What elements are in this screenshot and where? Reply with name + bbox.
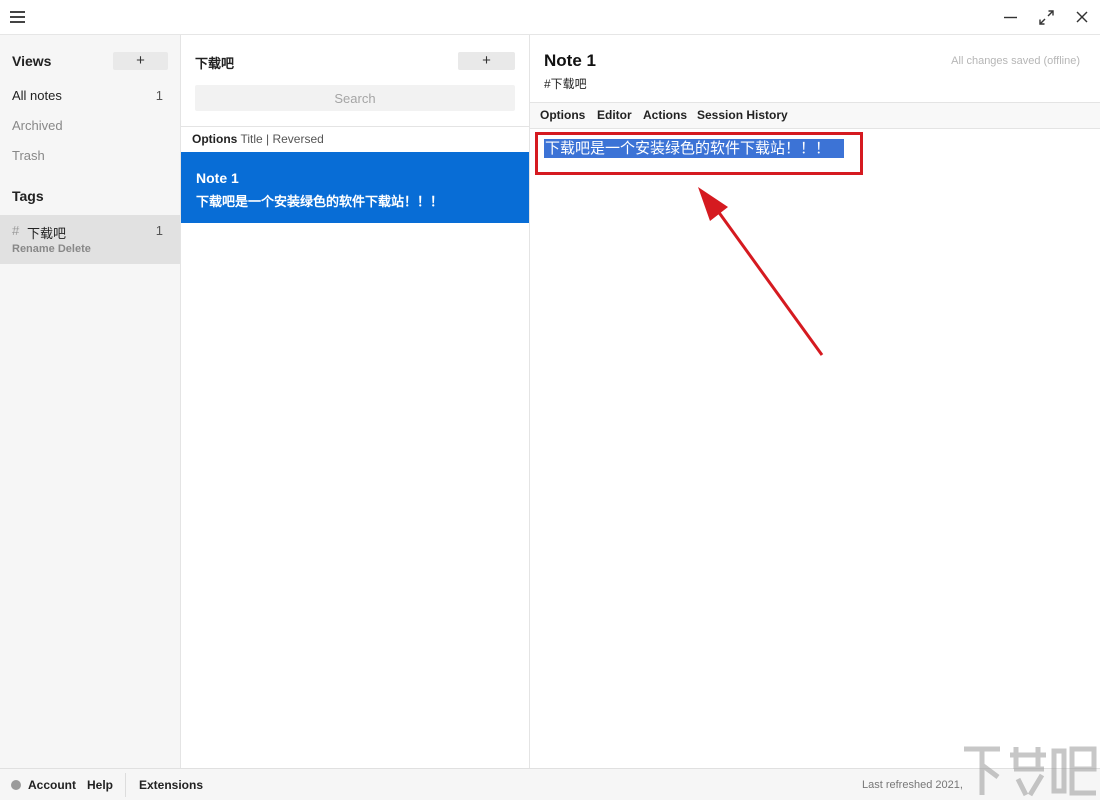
menu-actions[interactable]: Actions bbox=[643, 108, 687, 122]
hash-icon: # bbox=[12, 223, 20, 238]
notes-sort-detail: Title | Reversed bbox=[240, 132, 324, 146]
search-input[interactable] bbox=[195, 85, 515, 111]
view-item-archived[interactable]: Archived bbox=[0, 115, 180, 137]
close-icon[interactable] bbox=[1070, 6, 1094, 28]
menu-editor[interactable]: Editor bbox=[597, 108, 632, 122]
notes-options-bar: Options Title | Reversed bbox=[181, 126, 529, 152]
hamburger-menu-icon[interactable] bbox=[10, 11, 25, 23]
account-button[interactable]: Account bbox=[28, 778, 76, 792]
notes-panel-title: 下载吧 bbox=[195, 56, 235, 71]
editor-menu-bar: Options Editor Actions Session History bbox=[530, 102, 1100, 129]
add-view-button[interactable]: + bbox=[113, 52, 168, 70]
tags-heading: Tags bbox=[12, 188, 44, 204]
title-bar bbox=[0, 0, 1100, 35]
footer-bar: Account Help Extensions Last refreshed 2… bbox=[0, 768, 1100, 800]
note-tag[interactable]: #下载吧 bbox=[544, 75, 587, 92]
view-item-trash[interactable]: Trash bbox=[0, 145, 180, 167]
note-item-preview: 下载吧是一个安装绿色的软件下载站！！！ bbox=[196, 194, 444, 209]
watermark-logo-icon bbox=[964, 746, 1097, 797]
note-title-field[interactable]: Note 1 bbox=[544, 51, 596, 71]
save-status: All changes saved (offline) bbox=[951, 55, 1080, 67]
help-button[interactable]: Help bbox=[87, 778, 113, 792]
editor-panel: Note 1 #下载吧 All changes saved (offline) … bbox=[530, 35, 1100, 768]
add-note-button[interactable]: + bbox=[458, 52, 515, 70]
menu-session-history[interactable]: Session History bbox=[697, 108, 788, 122]
views-sidebar: Views + All notes 1 Archived Trash Tags … bbox=[0, 35, 181, 768]
footer-divider bbox=[125, 773, 126, 797]
notes-options-button[interactable]: Options bbox=[192, 132, 237, 146]
views-heading: Views bbox=[12, 53, 52, 69]
tag-item[interactable]: # 下载吧 1 Rename Delete bbox=[0, 215, 180, 264]
delete-tag-button[interactable]: Delete bbox=[58, 243, 91, 255]
status-dot-icon bbox=[11, 780, 21, 790]
maximize-icon[interactable] bbox=[1034, 6, 1058, 28]
last-refreshed-text: Last refreshed 2021, bbox=[862, 779, 963, 791]
view-item-count: 1 bbox=[155, 88, 163, 103]
note-item-title: Note 1 bbox=[196, 170, 239, 186]
note-content-text[interactable]: 下载吧是一个安装绿色的软件下载站！！！ bbox=[544, 139, 845, 158]
view-item-all-notes[interactable]: All notes 1 bbox=[0, 85, 180, 107]
note-list-item[interactable]: Note 1 下载吧是一个安装绿色的软件下载站！！！ bbox=[181, 152, 529, 223]
extensions-button[interactable]: Extensions bbox=[139, 778, 203, 792]
tag-count: 1 bbox=[155, 223, 163, 238]
rename-tag-button[interactable]: Rename bbox=[12, 243, 55, 255]
view-item-label: All notes bbox=[12, 88, 62, 103]
tag-actions: Rename Delete bbox=[12, 243, 91, 255]
tag-name: 下载吧 bbox=[27, 226, 67, 241]
view-item-label: Archived bbox=[12, 118, 63, 133]
notes-panel: 下载吧 + Options Title | Reversed Note 1 下载… bbox=[181, 35, 530, 768]
minimize-icon[interactable] bbox=[998, 6, 1022, 28]
menu-options[interactable]: Options bbox=[540, 108, 585, 122]
view-item-label: Trash bbox=[12, 148, 45, 163]
